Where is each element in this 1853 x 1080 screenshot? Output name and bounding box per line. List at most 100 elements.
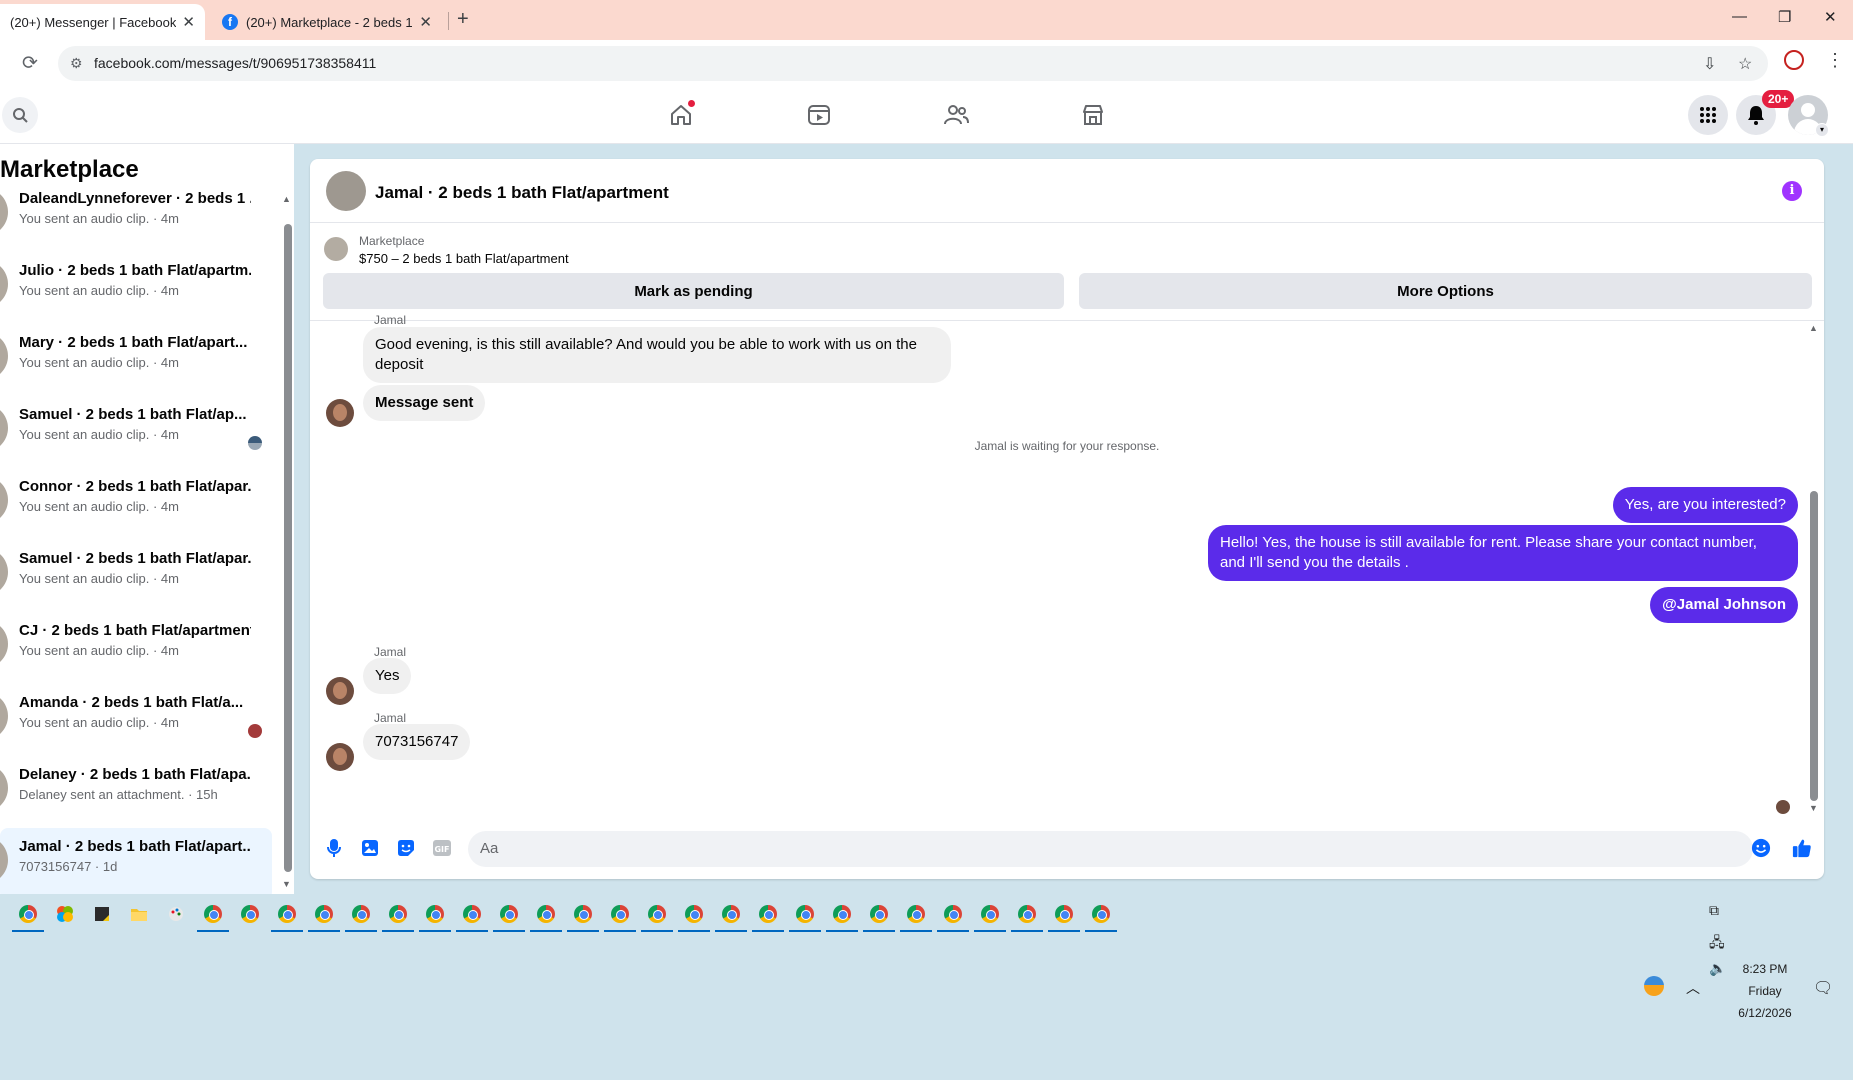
paint-icon[interactable] [164, 902, 188, 926]
conversation-preview: You sent an audio clip. · 4m [19, 499, 179, 514]
weather-icon[interactable] [1644, 976, 1664, 996]
chrome-icon[interactable] [1011, 902, 1043, 932]
microphone-icon[interactable] [324, 838, 344, 858]
conversation-item[interactable]: Amanda · 2 beds 1 bath Flat/a... You sen… [0, 684, 272, 756]
chevron-down-icon[interactable]: ▾ [1815, 123, 1829, 137]
restore-icon[interactable]: ❐ [1778, 8, 1791, 26]
screen-capture-icon[interactable]: ⧉ [1709, 902, 1719, 919]
notifications-icon[interactable]: 🗨 [1813, 978, 1833, 998]
like-icon[interactable] [1792, 838, 1812, 858]
chrome-icon[interactable] [678, 902, 710, 932]
file-explorer-icon[interactable] [127, 902, 151, 926]
window-close-icon[interactable]: ✕ [1824, 8, 1837, 26]
network-icon[interactable]: 🖧 [1709, 932, 1725, 956]
scroll-down-icon[interactable]: ▼ [1809, 803, 1818, 813]
browser-profile-icon[interactable] [1784, 50, 1804, 70]
chrome-icon[interactable] [863, 902, 895, 932]
more-options-button[interactable]: More Options [1079, 273, 1812, 309]
chrome-icon[interactable] [530, 902, 562, 932]
chat-header: Jamal · 2 beds 1 bath Flat/apartment i [310, 159, 1824, 223]
browser-menu-icon[interactable]: ⋮ [1826, 50, 1844, 71]
conversation-item[interactable]: DaleandLynneforever · 2 beds 1 ... You s… [0, 180, 272, 252]
chrome-icon[interactable] [419, 902, 451, 932]
install-app-icon[interactable]: ⇩ [1703, 54, 1716, 74]
tab-messenger[interactable]: (20+) Messenger | Facebook ✕ [0, 4, 205, 40]
chrome-icon[interactable] [1085, 902, 1117, 932]
chrome-icon[interactable] [493, 902, 525, 932]
emoji-icon[interactable] [1751, 838, 1771, 858]
copilot-icon[interactable] [53, 902, 77, 926]
photo-icon[interactable] [360, 838, 380, 858]
conversation-item[interactable]: Connor · 2 beds 1 bath Flat/apar... You … [0, 468, 272, 540]
chrome-icon[interactable] [197, 902, 229, 932]
conversation-item[interactable]: Julio · 2 beds 1 bath Flat/apartm... You… [0, 252, 272, 324]
conversation-item[interactable]: Samuel · 2 beds 1 bath Flat/ap... You se… [0, 396, 272, 468]
chrome-icon[interactable] [752, 902, 784, 932]
chat-title[interactable]: Jamal · 2 beds 1 bath Flat/apartment [375, 183, 669, 203]
chrome-icon[interactable] [308, 902, 340, 932]
chrome-icon[interactable] [826, 902, 858, 932]
site-settings-icon[interactable]: ⚙ [70, 55, 83, 72]
reload-icon[interactable]: ⟳ [22, 52, 38, 75]
mark-pending-button[interactable]: Mark as pending [323, 273, 1064, 309]
chrome-icon[interactable] [974, 902, 1006, 932]
chrome-icon[interactable] [382, 902, 414, 932]
read-receipt-avatar [1776, 800, 1790, 814]
chrome-icon[interactable] [238, 902, 262, 926]
avatar[interactable] [326, 743, 354, 771]
friends-icon[interactable] [936, 97, 976, 133]
chrome-icon[interactable] [567, 902, 599, 932]
conversation-name: Connor · 2 beds 1 bath Flat/apar... [19, 478, 251, 495]
new-tab-icon[interactable]: + [457, 8, 469, 31]
avatar [0, 476, 8, 524]
avatar[interactable] [326, 171, 366, 211]
facebook-icon: f [222, 14, 238, 30]
scroll-down-icon[interactable]: ▼ [282, 879, 291, 889]
sticker-icon[interactable] [396, 838, 416, 858]
conversation-item[interactable]: Mary · 2 beds 1 bath Flat/apart... You s… [0, 324, 272, 396]
sticky-notes-icon[interactable] [90, 902, 114, 926]
message-bubble-outgoing: Hello! Yes, the house is still available… [1208, 525, 1798, 581]
chrome-icon[interactable] [604, 902, 636, 932]
chrome-icon[interactable] [345, 902, 377, 932]
chrome-icon[interactable] [12, 902, 44, 932]
chrome-icon[interactable] [1048, 902, 1080, 932]
listing-price-title[interactable]: $750 – 2 beds 1 bath Flat/apartment [359, 251, 569, 266]
chevron-up-icon[interactable]: ︿ [1686, 978, 1700, 998]
sidebar-scrollbar[interactable] [284, 224, 292, 872]
video-icon[interactable] [799, 97, 839, 133]
conversation-item[interactable]: Delaney · 2 beds 1 bath Flat/apa... Dela… [0, 756, 272, 828]
tab-marketplace[interactable]: f (20+) Marketplace - 2 beds 1 bath ✕ [212, 4, 442, 40]
chrome-icon[interactable] [900, 902, 932, 932]
conversation-item-active[interactable]: Jamal · 2 beds 1 bath Flat/apart... 7073… [0, 828, 272, 900]
gif-icon[interactable]: GIF [432, 838, 452, 858]
url-text[interactable]: facebook.com/messages/t/906951738358411 [94, 55, 376, 71]
listing-thumbnail[interactable] [324, 237, 348, 261]
chrome-icon[interactable] [715, 902, 747, 932]
close-icon[interactable]: ✕ [182, 13, 195, 31]
home-icon[interactable] [661, 97, 701, 133]
avatar[interactable] [326, 677, 354, 705]
conversation-item[interactable]: Samuel · 2 beds 1 bath Flat/apar... You … [0, 540, 272, 612]
search-icon[interactable] [2, 97, 38, 133]
bookmark-star-icon[interactable]: ☆ [1738, 54, 1752, 74]
marketplace-icon[interactable] [1073, 97, 1113, 133]
minimize-icon[interactable]: — [1732, 8, 1747, 25]
scroll-up-icon[interactable]: ▲ [1809, 323, 1818, 333]
system-clock[interactable]: 8:23 PM Friday 6/12/2026 [1720, 958, 1810, 1024]
chrome-icon[interactable] [271, 902, 303, 932]
chrome-icon[interactable] [937, 902, 969, 932]
close-icon[interactable]: ✕ [419, 13, 432, 31]
chrome-icon[interactable] [456, 902, 488, 932]
message-input[interactable]: Aa [468, 831, 1753, 867]
info-icon[interactable]: i [1782, 181, 1802, 201]
chrome-icon[interactable] [641, 902, 673, 932]
apps-grid-icon[interactable] [1688, 95, 1728, 135]
chat-panel: Jamal · 2 beds 1 bath Flat/apartment i M… [310, 159, 1824, 879]
scroll-up-icon[interactable]: ▲ [282, 194, 291, 204]
chrome-icon[interactable] [789, 902, 821, 932]
conversation-item[interactable]: CJ · 2 beds 1 bath Flat/apartment You se… [0, 612, 272, 684]
chat-scrollbar[interactable] [1810, 491, 1818, 801]
omnibox[interactable]: ⚙ facebook.com/messages/t/90695173835841… [58, 46, 1768, 81]
avatar[interactable] [326, 399, 354, 427]
